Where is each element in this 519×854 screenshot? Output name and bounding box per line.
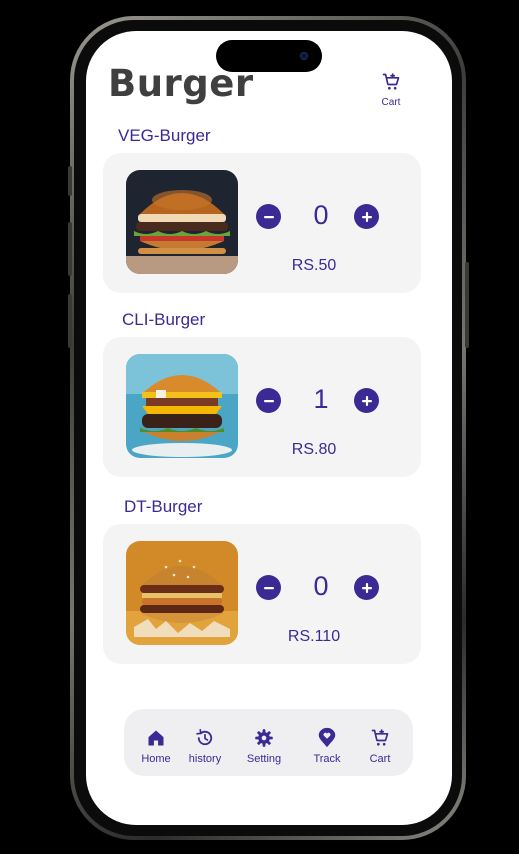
dt-burger-image xyxy=(126,541,238,645)
minus-icon xyxy=(263,586,274,589)
cart-icon xyxy=(382,73,400,90)
food-card: 1 RS.80 xyxy=(103,337,421,477)
price-label: RS.110 xyxy=(287,628,341,645)
action-button xyxy=(68,166,72,196)
item-title-veg-burger: VEG-Burger xyxy=(118,126,211,145)
nav-item-cart[interactable]: Cart xyxy=(364,727,396,765)
cart-header-button[interactable]: Cart xyxy=(374,72,408,108)
nav-item-history[interactable]: history xyxy=(186,727,224,765)
nav-label: Cart xyxy=(369,753,391,765)
decrease-quantity-button[interactable] xyxy=(256,575,281,600)
history-icon xyxy=(196,729,213,746)
cart-header-label: Cart xyxy=(381,97,401,108)
cli-burger-image xyxy=(126,354,238,458)
nav-item-setting[interactable]: Setting xyxy=(244,727,284,765)
nav-label: Setting xyxy=(246,753,282,765)
dynamic-island xyxy=(216,40,322,72)
plus-icon xyxy=(361,395,372,406)
quantity-value: 1 xyxy=(313,384,329,414)
quantity-value: 0 xyxy=(313,571,329,601)
price-label: RS.80 xyxy=(291,441,337,458)
home-icon xyxy=(148,730,164,746)
nav-item-track[interactable]: Track xyxy=(310,727,344,765)
quantity-value: 0 xyxy=(313,200,329,230)
bottom-nav: Home history Setting Track Cart xyxy=(124,709,413,776)
volume-up-button xyxy=(68,222,72,276)
nav-label: Track xyxy=(313,753,341,765)
power-button xyxy=(465,262,469,348)
item-title-dt-burger: DT-Burger xyxy=(124,497,203,516)
gear-icon xyxy=(255,729,273,747)
price-label: RS.50 xyxy=(291,257,337,274)
decrease-quantity-button[interactable] xyxy=(256,388,281,413)
nav-label: history xyxy=(188,753,222,765)
item-title-cli-burger: CLI-Burger xyxy=(122,310,206,329)
cart-icon xyxy=(371,729,389,746)
increase-quantity-button[interactable] xyxy=(354,388,379,413)
nav-item-home[interactable]: Home xyxy=(139,727,173,765)
veg-burger-image xyxy=(126,170,238,274)
camera-icon xyxy=(300,52,308,60)
plus-icon xyxy=(361,582,372,593)
volume-down-button xyxy=(68,294,72,348)
food-card: 0 RS.50 xyxy=(103,153,421,293)
minus-icon xyxy=(263,215,274,218)
plus-icon xyxy=(361,211,372,222)
increase-quantity-button[interactable] xyxy=(354,575,379,600)
nav-label: Home xyxy=(141,753,171,765)
decrease-quantity-button[interactable] xyxy=(256,204,281,229)
location-pin-icon xyxy=(318,727,336,748)
increase-quantity-button[interactable] xyxy=(354,204,379,229)
food-card: 0 RS.110 xyxy=(103,524,421,664)
minus-icon xyxy=(263,399,274,402)
